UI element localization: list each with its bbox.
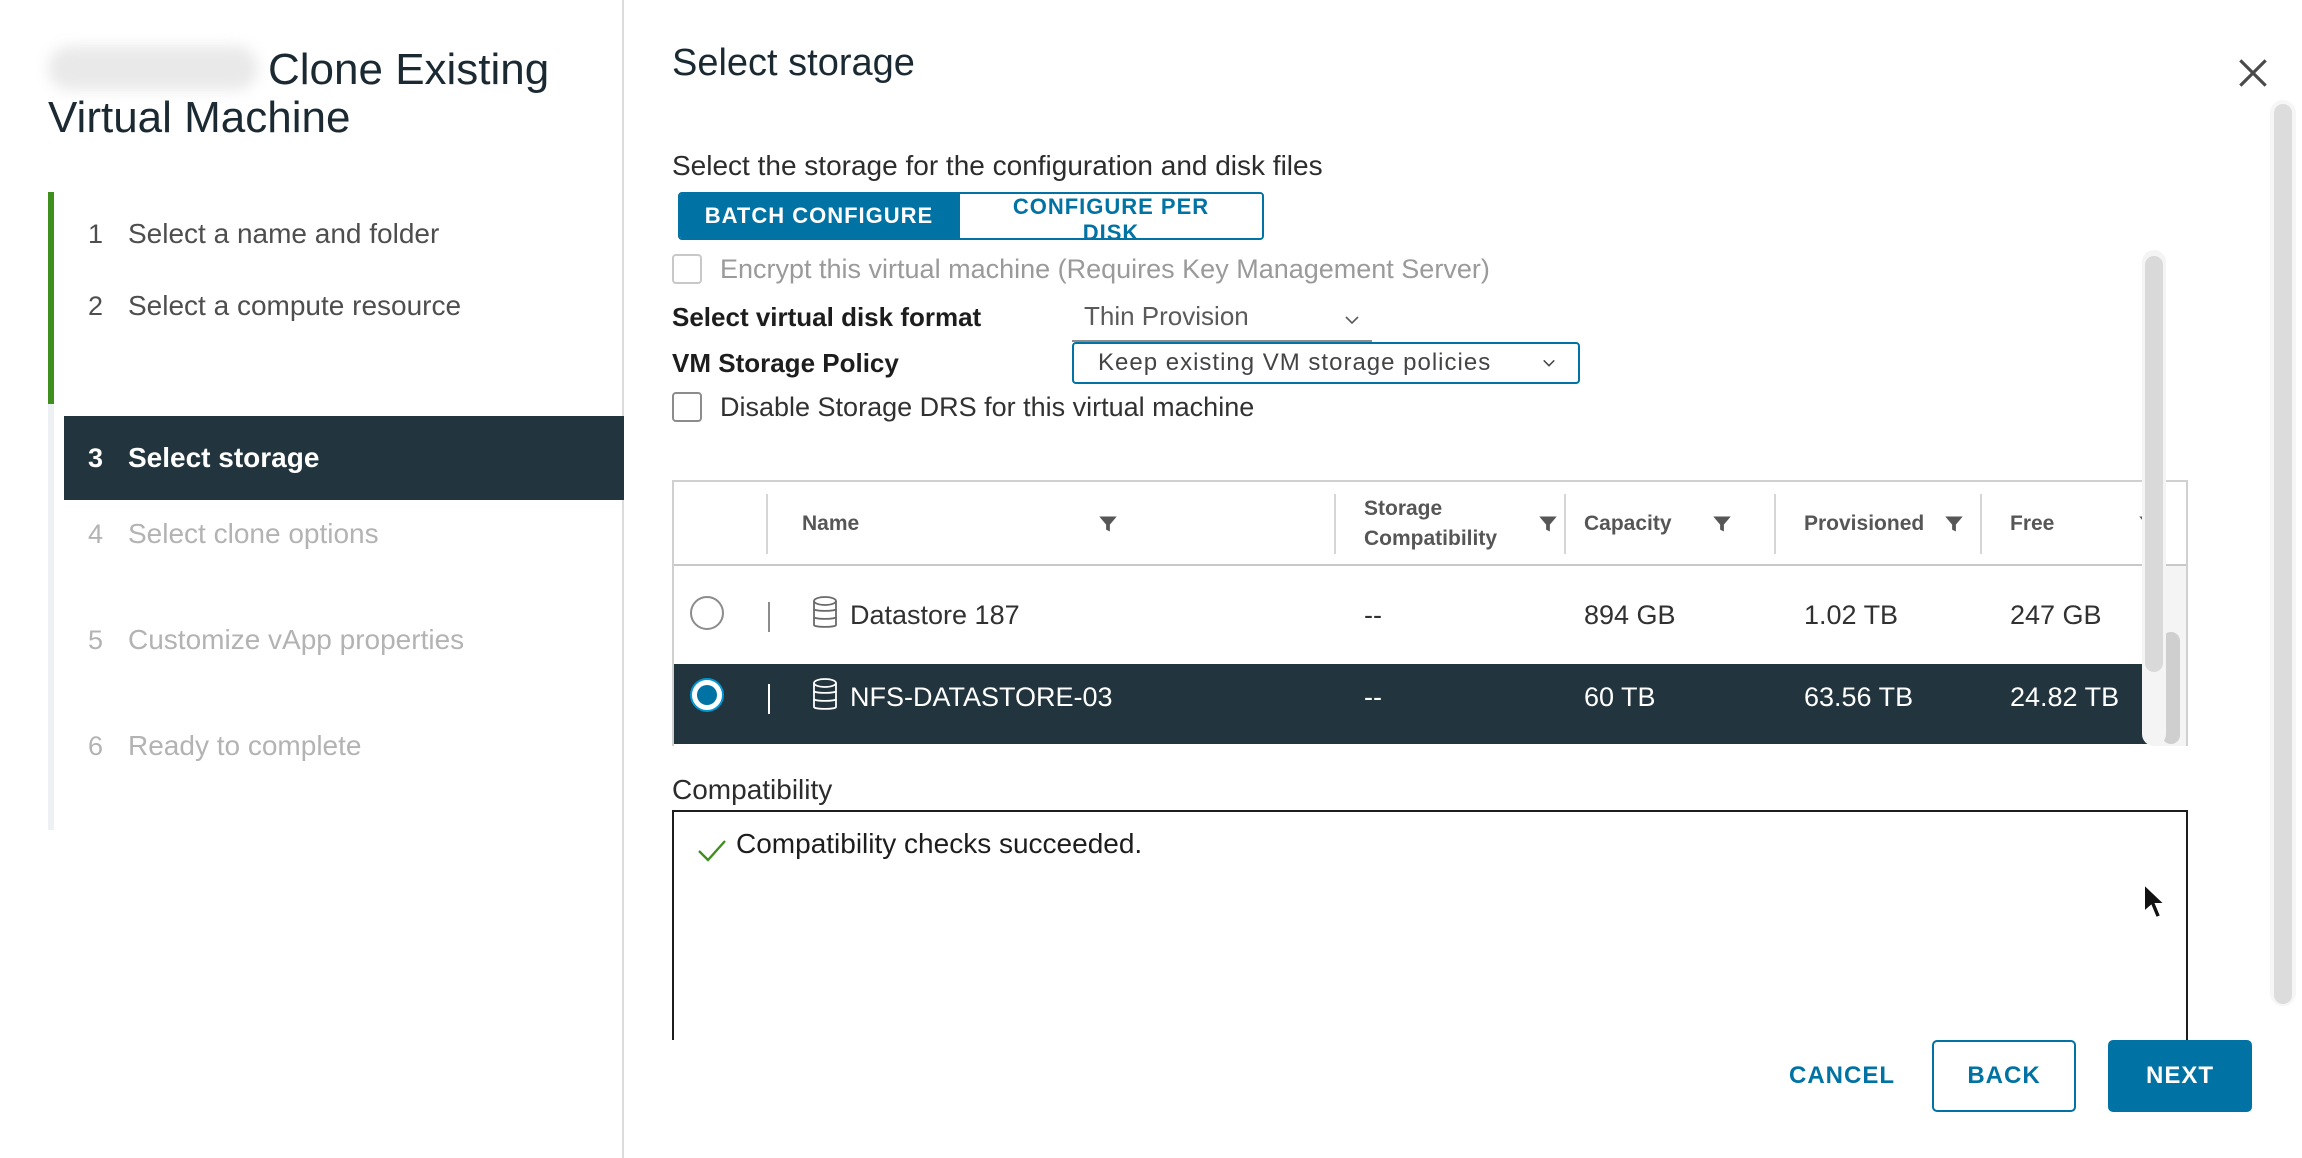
row-separator xyxy=(768,602,770,632)
step-select-clone-options: 4 Select clone options xyxy=(64,492,624,576)
batch-configure-button[interactable]: BATCH CONFIGURE xyxy=(680,194,958,238)
page-title: Select storage xyxy=(672,42,915,84)
compatibility-title: Compatibility xyxy=(672,774,833,805)
storage-policy-label: VM Storage Policy xyxy=(672,348,899,378)
step-label: Select clone options xyxy=(128,518,379,549)
compatibility-panel: Compatibility checks succeeded. xyxy=(672,810,2188,1040)
wizard-title: Clone Existing Virtual Machine xyxy=(48,46,608,142)
table-row-selected[interactable]: NFS-DATASTORE-03 -- 60 TB 63.56 TB 24.82… xyxy=(674,664,2154,744)
filter-icon[interactable] xyxy=(1944,514,1964,534)
cell-provisioned: 63.56 TB xyxy=(1804,682,1914,712)
cell-free: 247 GB xyxy=(2010,600,2102,630)
step-select-storage[interactable]: 3 Select storage xyxy=(64,416,624,500)
step-number: 3 xyxy=(88,442,104,473)
cell-capacity: 894 GB xyxy=(1584,600,1676,630)
datastore-icon xyxy=(813,596,837,628)
step-progress-done xyxy=(48,192,54,404)
cell-provisioned: 1.02 TB xyxy=(1804,600,1899,630)
column-header-text: Storage xyxy=(1364,497,1443,520)
column-separator xyxy=(1564,494,1566,554)
cell-compat: -- xyxy=(1364,600,1382,630)
column-separator xyxy=(1334,494,1336,554)
step-number: 6 xyxy=(88,730,104,761)
step-label: Select storage xyxy=(128,442,320,473)
next-button[interactable]: NEXT xyxy=(2108,1040,2252,1112)
step-number: 4 xyxy=(88,518,104,549)
close-icon[interactable] xyxy=(2234,54,2272,92)
filter-icon[interactable] xyxy=(1098,514,1118,534)
compatibility-message: Compatibility checks succeeded. xyxy=(736,828,1143,859)
storage-policy-select[interactable]: Keep existing VM storage policies xyxy=(1072,342,1580,384)
configure-per-disk-button[interactable]: CONFIGURE PER DISK xyxy=(958,194,1262,238)
chevron-down-icon xyxy=(1345,316,1359,325)
page-scrollbar-thumb[interactable] xyxy=(2274,104,2292,1004)
cell-capacity: 60 TB xyxy=(1584,682,1656,712)
column-separator xyxy=(1774,494,1776,554)
cancel-button[interactable]: CANCEL xyxy=(1762,1040,1922,1112)
wizard-sidebar: Clone Existing Virtual Machine 1 Select … xyxy=(0,0,624,1158)
column-header-provisioned[interactable]: Provisioned xyxy=(1804,482,1924,566)
table-row[interactable]: Datastore 187 -- 894 GB 1.02 TB 247 GB xyxy=(674,582,2154,662)
cell-name: NFS-DATASTORE-03 xyxy=(850,682,1113,712)
step-number: 1 xyxy=(88,218,104,249)
row-select-radio[interactable] xyxy=(690,596,724,630)
step-label: Customize vApp properties xyxy=(128,624,465,655)
step-label: Select a compute resource xyxy=(128,290,462,321)
step-number: 5 xyxy=(88,624,104,655)
configure-mode-toggle: BATCH CONFIGURE CONFIGURE PER DISK xyxy=(678,192,1264,240)
datastore-grid: Name Storage Compatibility Capacity Prov… xyxy=(672,480,2188,746)
encrypt-vm-label: Encrypt this virtual machine (Requires K… xyxy=(720,254,1490,284)
check-icon xyxy=(698,840,726,862)
step-label: Select a name and folder xyxy=(128,218,440,249)
disable-storage-drs-checkbox[interactable] xyxy=(672,392,702,422)
step-ready-to-complete: 6 Ready to complete xyxy=(64,704,624,788)
cell-free: 24.82 TB xyxy=(2010,682,2120,712)
column-header-free[interactable]: Free xyxy=(2010,482,2054,566)
column-header-storage-compat[interactable]: Storage Compatibility xyxy=(1364,482,1497,566)
datastore-icon xyxy=(813,678,837,710)
step-number: 2 xyxy=(88,290,104,321)
disk-format-select[interactable]: Thin Provision xyxy=(1072,298,1372,342)
chevron-down-icon xyxy=(1543,359,1555,367)
cell-compat: -- xyxy=(1364,682,1382,712)
column-separator xyxy=(1980,494,1982,554)
column-separator xyxy=(766,494,768,554)
row-select-radio[interactable] xyxy=(690,678,724,712)
storage-policy-value: Keep existing VM storage policies xyxy=(1098,349,1492,376)
wizard-content: Select storage Select the storage for th… xyxy=(626,0,2302,1158)
step-customize-vapp: 5 Customize vApp properties xyxy=(64,598,624,682)
disk-format-label: Select virtual disk format xyxy=(672,302,982,332)
column-header-capacity[interactable]: Capacity xyxy=(1584,482,1672,566)
step-select-compute-resource[interactable]: 2 Select a compute resource xyxy=(64,264,624,348)
options-scrollbar-thumb[interactable] xyxy=(2145,256,2163,672)
page-subtitle: Select the storage for the configuration… xyxy=(672,150,1323,181)
mouse-cursor-icon xyxy=(2143,882,2168,920)
filter-icon[interactable] xyxy=(1712,514,1732,534)
filter-icon[interactable] xyxy=(1538,514,1558,534)
step-label: Ready to complete xyxy=(128,730,362,761)
back-button[interactable]: BACK xyxy=(1932,1040,2076,1112)
row-separator xyxy=(768,684,770,714)
redacted-vm-name xyxy=(48,46,258,90)
column-header-text: Compatibility xyxy=(1364,527,1498,550)
column-header-name[interactable]: Name xyxy=(802,482,859,566)
grid-header: Name Storage Compatibility Capacity Prov… xyxy=(674,482,2186,566)
cell-name: Datastore 187 xyxy=(850,600,1020,630)
disk-format-value: Thin Provision xyxy=(1084,301,1249,331)
disable-storage-drs-label: Disable Storage DRS for this virtual mac… xyxy=(720,392,1255,422)
encrypt-vm-checkbox xyxy=(672,254,702,284)
